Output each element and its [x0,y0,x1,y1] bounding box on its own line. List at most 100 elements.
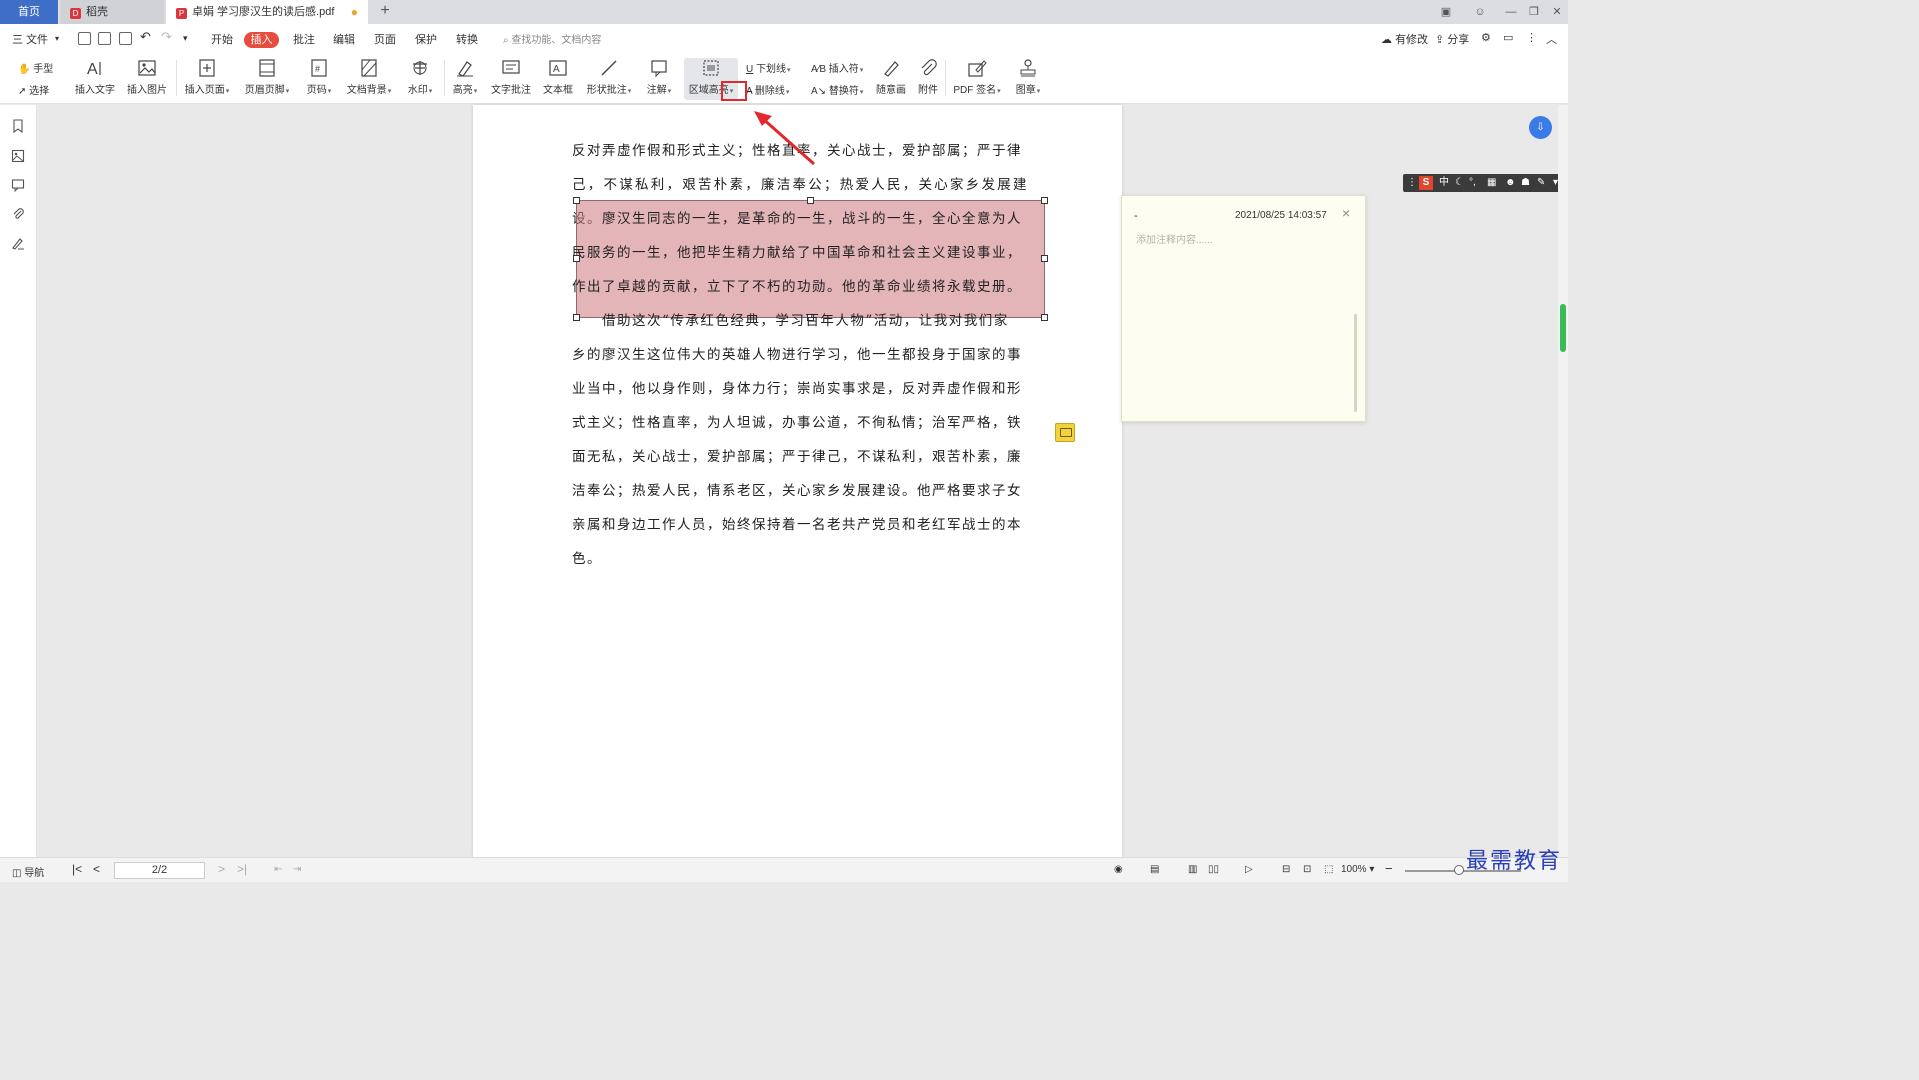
redo-icon[interactable]: ↷ [161,29,172,45]
resize-handle[interactable] [1041,314,1048,321]
play-icon[interactable]: ▷ [1245,864,1253,875]
feedback-icon[interactable]: ▭ [1503,31,1513,44]
modified-status[interactable]: ☁ 有修改 [1381,31,1428,47]
search-input[interactable]: ⌕ 查找功能、文档内容 [503,31,601,46]
menu-edit[interactable]: 编辑 [333,31,355,47]
resize-handle[interactable] [1041,255,1048,262]
tab-daoke[interactable]: D 稻壳 [60,0,164,24]
annotation-button[interactable]: 注解▾ [643,58,675,100]
signature-panel-icon[interactable] [11,236,25,250]
skin-icon[interactable]: ☗ [1521,174,1530,192]
nav-toggle[interactable]: ◫ 导航 [12,864,44,879]
restore-icon[interactable]: ❐ [1526,4,1542,20]
text-comment-button[interactable]: 文字批注 [489,58,533,100]
dual-page-view-icon[interactable]: ▯▯ [1208,864,1219,875]
print-icon[interactable] [119,32,132,45]
share-button[interactable]: ⇪ 分享 [1435,31,1469,47]
fit-width-icon[interactable]: ⊟ [1282,864,1290,875]
scrollbar-thumb[interactable] [1560,304,1566,352]
page-number-button[interactable]: # 页码▾ [302,58,336,100]
user-avatar-icon[interactable]: ☺ [1472,4,1488,20]
freehand-button[interactable]: 随意画 [874,58,908,100]
watermark-button[interactable]: 水印▾ [403,58,437,100]
annotation-panel[interactable]: - 2021/08/25 14:03:57 × 添加注释内容...... [1121,195,1366,422]
insert-symbol-button[interactable]: A⁄B 插入符▾ [811,60,863,75]
eye-protection-icon[interactable]: ◉ [1114,864,1123,875]
resize-handle[interactable] [1041,197,1048,204]
undo-icon[interactable]: ↶ [140,29,151,45]
first-page-icon[interactable]: |< [72,862,82,876]
window-layout-icon[interactable]: ▣ [1438,4,1454,20]
back-icon[interactable]: ⇤ [274,864,282,875]
menu-insert[interactable]: 插入 [244,32,279,48]
floating-tool-icon[interactable]: ⇩ [1529,116,1552,139]
collapse-ribbon-icon[interactable]: ︿ [1546,31,1557,47]
comment-list-icon[interactable] [11,178,25,192]
keyboard-icon[interactable]: ▦ [1487,174,1496,192]
more-icon[interactable]: ⋮ [1526,31,1537,44]
tab-home[interactable]: 首页 [0,0,58,24]
sogou-logo-icon[interactable]: S [1419,176,1433,190]
actual-size-icon[interactable]: ⬚ [1324,864,1333,875]
resize-handle[interactable] [573,197,580,204]
page-number-input[interactable]: 2/2 [114,862,205,879]
new-tab-button[interactable]: + [376,0,394,24]
hand-tool[interactable]: ✋ 手型 [18,60,53,75]
shape-comment-button[interactable]: 形状批注▾ [583,58,635,100]
attachment-panel-icon[interactable] [11,207,25,221]
file-menu[interactable]: 三 文件 [12,31,48,47]
user-icon[interactable]: ☻ [1505,174,1516,192]
menu-page[interactable]: 页面 [374,31,396,47]
note-marker-icon[interactable] [1055,423,1075,442]
select-label: 选择 [29,86,50,97]
stamp-button[interactable]: 图章▾ [1012,58,1044,100]
menu-comment[interactable]: 批注 [293,31,315,47]
vertical-scrollbar[interactable] [1558,105,1568,857]
bookmark-icon[interactable] [11,119,25,133]
forward-icon[interactable]: ⇥ [293,864,301,875]
resize-handle[interactable] [573,255,580,262]
text-box-button[interactable]: A 文本框 [540,58,576,100]
continuous-view-icon[interactable]: ▥ [1188,864,1197,875]
ime-mode[interactable]: 中 [1439,174,1449,192]
underline-button[interactable]: U 下划线▾ [746,60,791,75]
menu-protect[interactable]: 保护 [415,31,437,47]
insert-image-button[interactable]: 插入图片 [124,58,170,100]
minimize-icon[interactable]: — [1503,4,1519,20]
quick-access-caret-icon[interactable]: ▾ [183,33,188,44]
file-menu-caret-icon[interactable]: ▾ [55,34,59,43]
strikethrough-button[interactable]: A 删除线▾ [746,82,789,97]
annotation-scrollbar[interactable] [1354,314,1357,412]
save-icon[interactable] [98,32,111,45]
tab-document[interactable]: P 卓娟 学习廖汉生的读后感.pdf ● [166,0,368,24]
zoom-out-icon[interactable]: − [1385,861,1393,876]
menu-start[interactable]: 开始 [211,31,233,47]
replace-symbol-button[interactable]: A↘ 替换符▾ [811,82,863,97]
close-window-icon[interactable]: ✕ [1549,4,1565,20]
fit-page-icon[interactable]: ⊡ [1303,864,1311,875]
prev-page-icon[interactable]: < [93,862,100,876]
last-page-icon[interactable]: >| [237,862,247,876]
single-page-view-icon[interactable]: ▤ [1150,864,1159,875]
zoom-level[interactable]: 100% ▾ [1341,864,1374,875]
resize-handle[interactable] [807,197,814,204]
pdf-sign-button[interactable]: PDF 签名▾ [952,58,1002,100]
thumbnail-icon[interactable] [11,149,25,163]
highlight-button[interactable]: 高亮▾ [449,58,481,100]
next-page-icon[interactable]: > [218,862,225,876]
tools-icon[interactable]: ✎ [1537,174,1545,192]
punct-icon[interactable]: °, [1469,174,1476,192]
header-footer-button[interactable]: 页眉页脚▾ [241,58,293,100]
insert-page-button[interactable]: 插入页面▾ [182,58,232,100]
annotation-input[interactable]: 添加注释内容...... [1136,231,1213,246]
menu-convert[interactable]: 转换 [456,31,478,47]
doc-background-button[interactable]: 文档背景▾ [343,58,395,100]
attachment-button[interactable]: 附件 [914,58,942,100]
moon-icon[interactable]: ☾ [1455,174,1464,192]
settings-icon[interactable]: ⚙ [1481,31,1491,44]
zoom-slider-knob[interactable] [1454,865,1464,875]
insert-text-button[interactable]: A 插入文字 [72,58,118,100]
open-icon[interactable] [78,32,91,45]
close-icon[interactable]: × [1342,205,1350,221]
select-tool[interactable]: ➚ 选择 [18,82,49,97]
